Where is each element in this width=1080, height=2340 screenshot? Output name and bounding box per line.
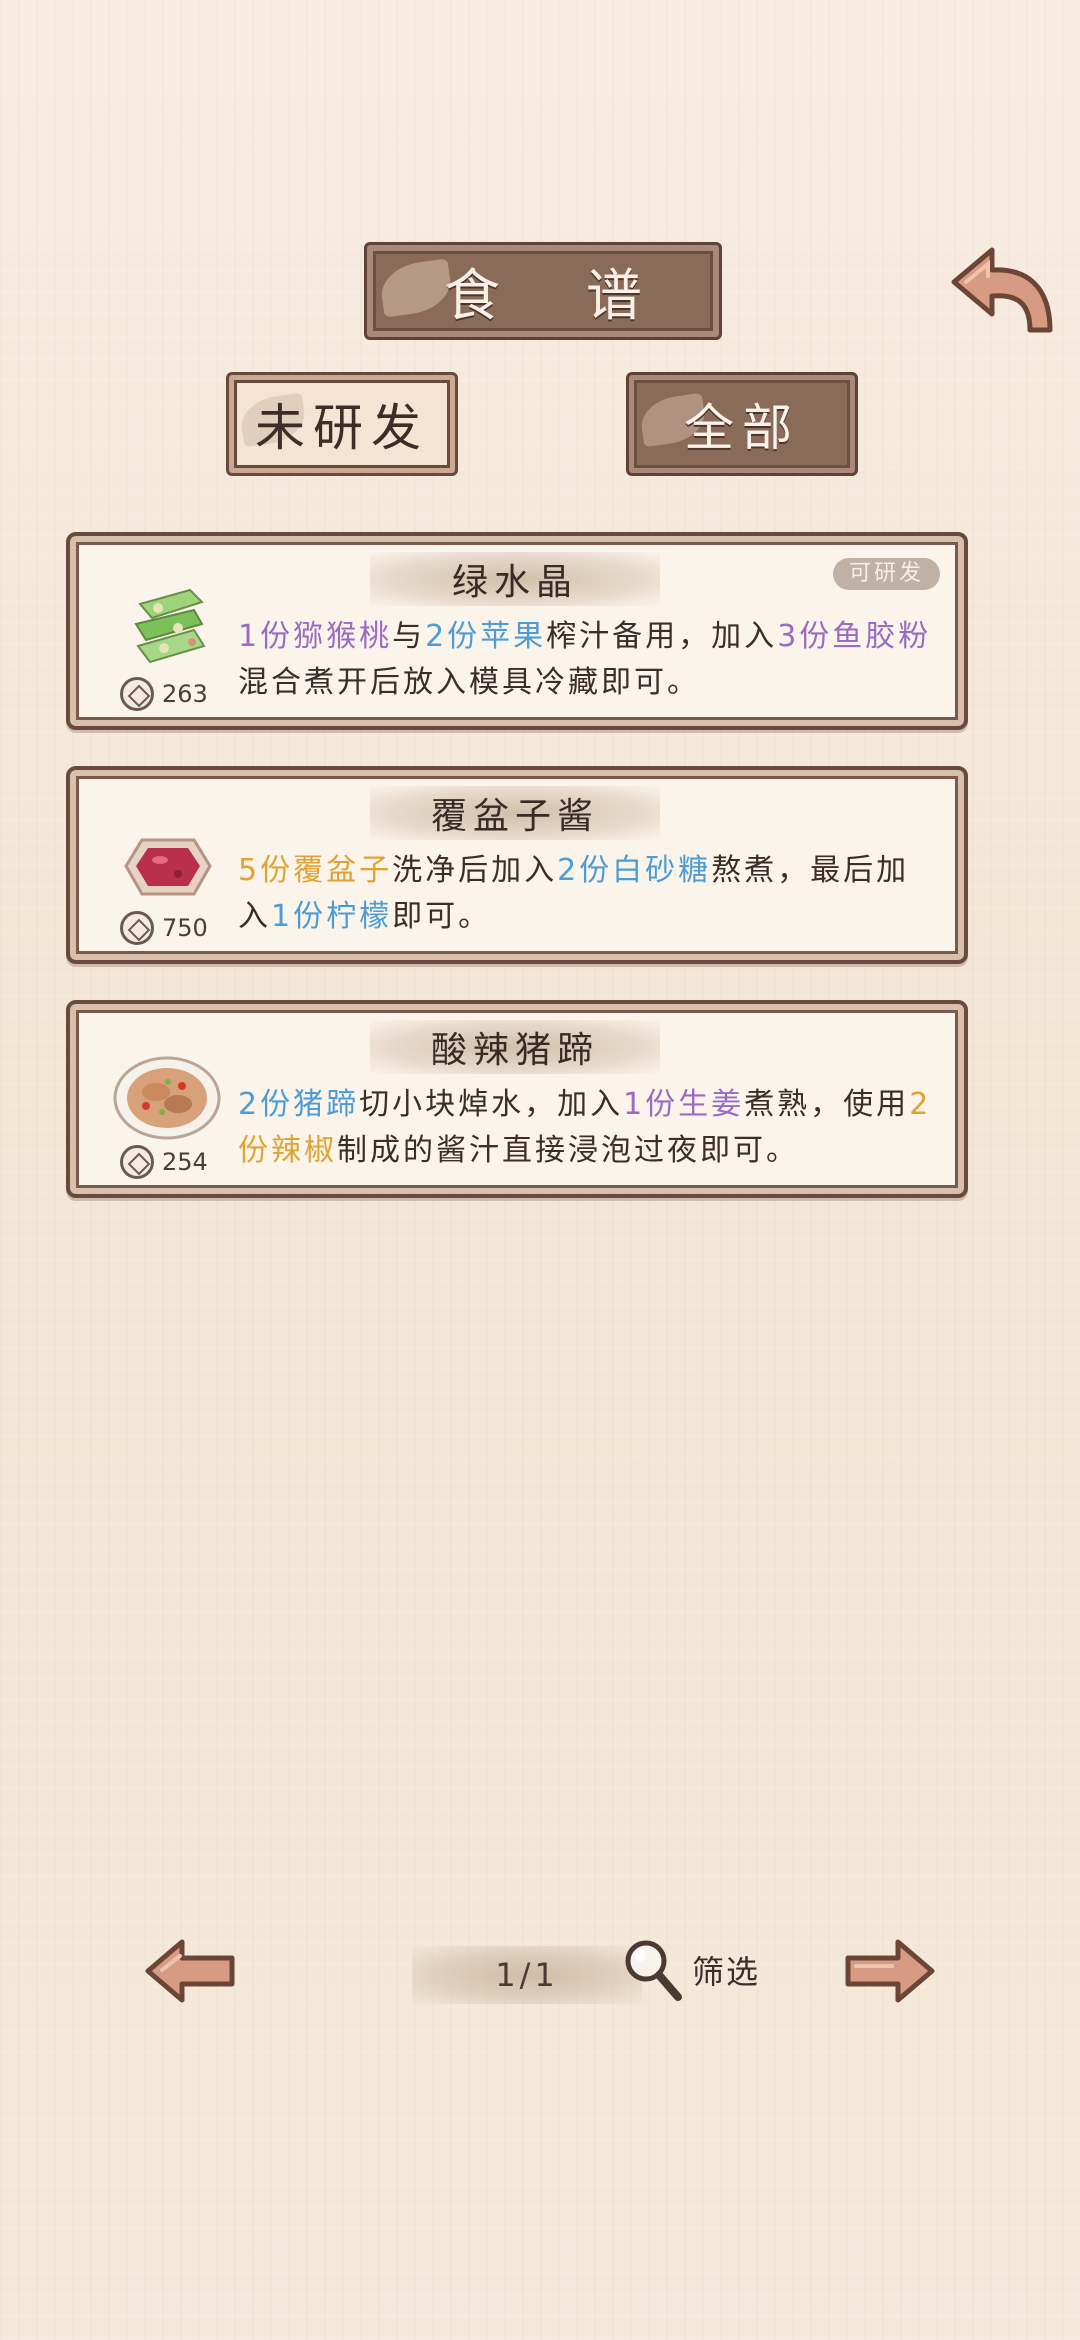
researchable-badge: 可研发 — [832, 558, 940, 590]
raspberry-jam-icon — [120, 818, 216, 908]
desc-text: 榨汁备用，加入 — [546, 619, 778, 654]
ingredient-lemon: 1份柠檬 — [271, 899, 393, 934]
ingredient-kiwi: 1份猕猴桃 — [238, 619, 393, 654]
price-value: 750 — [162, 914, 208, 942]
magnifier-icon — [625, 1940, 682, 2001]
desc-text: 混合煮开后放入模具冷藏即可。 — [238, 665, 700, 700]
spicy-pork-trotter-icon — [113, 1052, 221, 1142]
desc-text: 与 — [392, 619, 426, 654]
desc-text: 煮熟，使用 — [744, 1087, 910, 1122]
ingredient-apple: 2份苹果 — [425, 619, 547, 654]
filter-button[interactable]: 筛选 — [620, 1932, 770, 2008]
desc-text: 切小块焯水，加入 — [359, 1087, 624, 1122]
recipe-price: 750 — [120, 910, 208, 946]
recipe-name: 覆盆子酱 — [430, 796, 599, 837]
recipe-card-green-crystal[interactable]: 绿水晶 可研发 263 1份猕猴桃与2份苹果榨汁备用，加入3份鱼胶粉混合煮开后放… — [66, 532, 968, 730]
recipe-card-spicy-pork-trotter[interactable]: 酸辣猪蹄 254 2份猪蹄切小块焯水，加入1份生姜煮熟，使用2份辣椒制成的酱汁直… — [66, 1000, 968, 1198]
next-page-button[interactable] — [842, 1936, 938, 2006]
price-value: 263 — [162, 680, 208, 708]
recipe-name: 酸辣猪蹄 — [430, 1030, 599, 1071]
filter-label: 筛选 — [692, 1953, 761, 1991]
desc-text: 洗净后加入 — [392, 853, 558, 888]
page-indicator: 1/1 — [412, 1946, 642, 2004]
recipe-card-raspberry-jam[interactable]: 覆盆子酱 750 5份覆盆子洗净后加入2份白砂糖熬煮，最后加入1份柠檬即可。 — [66, 766, 968, 964]
ingredient-sugar: 2份白砂糖 — [557, 853, 712, 888]
tab-undeveloped[interactable]: 未研发 — [226, 372, 458, 476]
recipe-name-bar: 酸辣猪蹄 — [370, 1020, 660, 1074]
ingredient-ginger: 1份生姜 — [623, 1087, 745, 1122]
tab-undeveloped-label: 未研发 — [255, 399, 429, 457]
page-title-text: 食 谱 — [444, 263, 676, 329]
recipe-description: 1份猕猴桃与2份苹果榨汁备用，加入3份鱼胶粉混合煮开后放入模具冷藏即可。 — [238, 614, 938, 706]
coin-icon — [120, 677, 154, 711]
recipe-description: 2份猪蹄切小块焯水，加入1份生姜煮熟，使用2份辣椒制成的酱汁直接浸泡过夜即可。 — [238, 1082, 938, 1174]
recipe-name: 绿水晶 — [451, 562, 578, 603]
recipe-name-bar: 覆盆子酱 — [370, 786, 660, 840]
leaf-decoration-icon — [377, 258, 455, 318]
back-arrow-icon — [951, 247, 1053, 333]
desc-text: 制成的酱汁直接浸泡过夜即可。 — [337, 1133, 799, 1168]
tab-all[interactable]: 全部 — [626, 372, 858, 476]
green-jelly-icon — [120, 584, 216, 674]
price-value: 254 — [162, 1148, 208, 1176]
coin-icon — [120, 911, 154, 945]
previous-page-button[interactable] — [142, 1936, 238, 2006]
ingredient-gelatin: 3份鱼胶粉 — [777, 619, 932, 654]
ingredient-pork-trotter: 2份猪蹄 — [238, 1087, 360, 1122]
page-title: 食 谱 — [364, 242, 722, 340]
arrow-left-icon — [145, 1939, 235, 2003]
arrow-right-icon — [845, 1939, 935, 2003]
desc-text: 即可。 — [392, 899, 492, 934]
tab-all-label: 全部 — [684, 399, 800, 457]
page-number: 1/1 — [495, 1956, 559, 1994]
recipe-price: 254 — [120, 1144, 208, 1180]
ingredient-raspberry: 5份覆盆子 — [238, 853, 393, 888]
coin-icon — [120, 1145, 154, 1179]
recipe-price: 263 — [120, 676, 208, 712]
recipe-name-bar: 绿水晶 — [370, 552, 660, 606]
recipe-description: 5份覆盆子洗净后加入2份白砂糖熬煮，最后加入1份柠檬即可。 — [238, 848, 938, 940]
back-button[interactable] — [946, 242, 1056, 338]
